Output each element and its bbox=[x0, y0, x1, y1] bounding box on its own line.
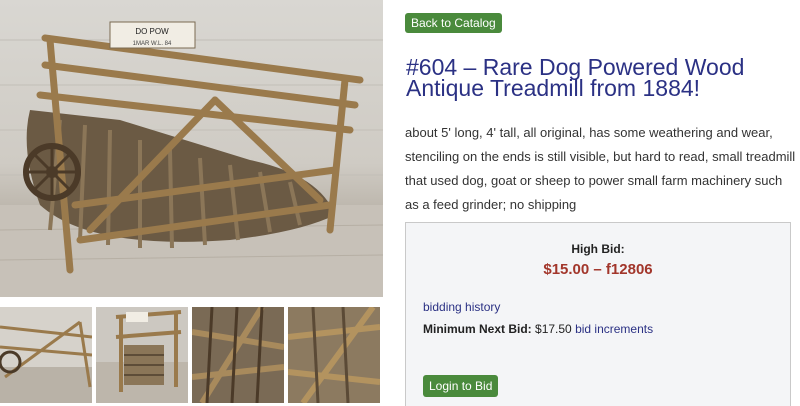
high-bid-value: $15.00 – f12806 bbox=[543, 261, 653, 278]
high-bid-label: High Bid: bbox=[571, 242, 625, 256]
thumbnail-4[interactable] bbox=[288, 307, 380, 403]
min-next-bid-value: $17.50 bbox=[535, 322, 572, 336]
item-description: about 5' long, 4' tall, all original, ha… bbox=[405, 125, 796, 212]
image-gallery: DO POW 1MAR W.L. 84 bbox=[0, 0, 383, 406]
item-title: #604 – Rare Dog Powered Wood Antique Tre… bbox=[406, 54, 745, 101]
min-next-bid-label: Minimum Next Bid: bbox=[423, 322, 532, 336]
thumbnail-3[interactable] bbox=[192, 307, 284, 403]
back-to-catalog-button[interactable]: Back to Catalog bbox=[405, 13, 502, 33]
bidding-history-link[interactable]: bidding history bbox=[423, 300, 500, 314]
thumbnail-2[interactable] bbox=[96, 307, 188, 403]
login-to-bid-button[interactable]: Login to Bid bbox=[423, 375, 499, 397]
thumbnail-1[interactable] bbox=[0, 307, 92, 403]
item-details: Back to Catalog #604 – Rare Dog Powered … bbox=[405, 0, 800, 406]
svg-text:1MAR W.L. 84: 1MAR W.L. 84 bbox=[133, 41, 172, 47]
minimum-next-bid: Minimum Next Bid: $17.50 bid increments bbox=[423, 322, 653, 336]
bid-increments-link[interactable]: bid increments bbox=[575, 322, 653, 336]
thumbnail-strip bbox=[0, 307, 383, 403]
main-photo[interactable]: DO POW 1MAR W.L. 84 bbox=[0, 0, 383, 297]
svg-text:DO POW: DO POW bbox=[135, 27, 169, 36]
bid-panel: High Bid: $15.00 – f12806 bidding histor… bbox=[405, 222, 791, 406]
